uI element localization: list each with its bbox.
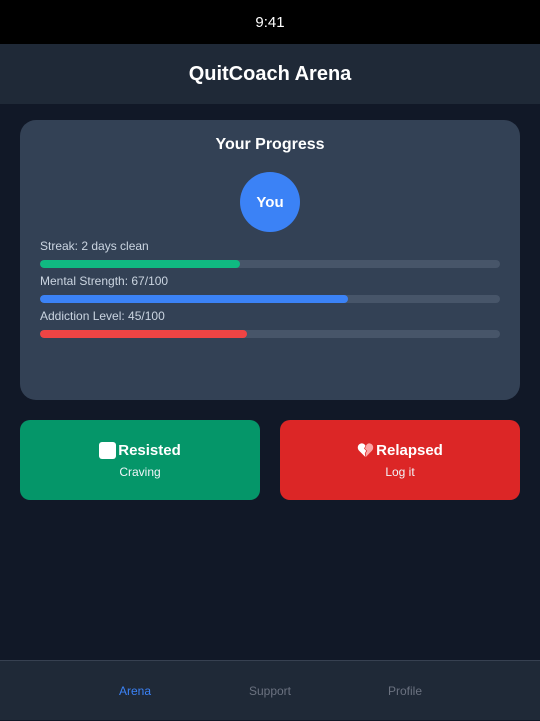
streak-label: Streak: 2 days clean: [40, 239, 149, 253]
status-time: 9:41: [255, 13, 285, 31]
relapsed-button-subtitle: Log it: [385, 464, 415, 479]
white-square-icon: [99, 441, 117, 459]
addiction-level-label: Addiction Level: 45/100: [40, 309, 165, 323]
status-bar: 9:41: [0, 0, 540, 44]
avatar-label: You: [256, 193, 284, 211]
broken-heart-icon: [357, 443, 374, 458]
addiction-level-bar: [40, 330, 500, 338]
relapsed-log-button[interactable]: Relapsed Log it: [280, 420, 520, 500]
streak-bar: [40, 260, 500, 268]
tab-arena-label: Arena: [118, 684, 152, 698]
app-header: QuitCoach Arena: [0, 44, 540, 104]
streak-bar-fill: [40, 260, 241, 268]
app-title: QuitCoach Arena: [188, 62, 352, 85]
addiction-level-bar-fill: [40, 330, 247, 338]
tab-profile-label: Profile: [387, 684, 422, 698]
mental-strength-bar: [40, 295, 500, 303]
resisted-button-subtitle: Craving: [119, 464, 161, 479]
mental-strength-label: Mental Strength: 67/100: [40, 274, 169, 288]
resisted-button-title: Resisted: [118, 441, 181, 459]
avatar[interactable]: You: [240, 172, 300, 232]
tab-profile[interactable]: Profile: [315, 661, 495, 721]
progress-card-title: Your Progress: [215, 136, 325, 153]
tab-support-label: Support: [248, 684, 292, 698]
resisted-craving-button[interactable]: Resisted Craving: [20, 420, 260, 500]
relapsed-button-title: Relapsed: [376, 441, 443, 459]
tab-bar: Arena Support Profile: [0, 660, 540, 720]
mental-strength-bar-fill: [40, 295, 349, 303]
progress-card: Your Progress You Streak: 2 days clean M…: [20, 120, 520, 400]
